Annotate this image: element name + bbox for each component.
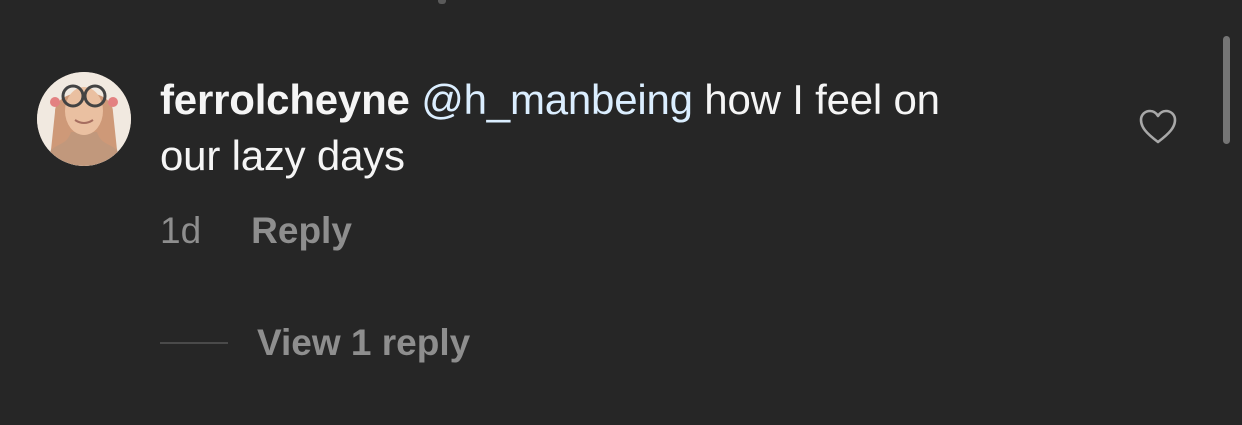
view-replies-label: View 1 reply xyxy=(257,322,471,363)
comment-item: ferrolcheyne @h_manbeing how I feel on o… xyxy=(0,0,1242,425)
view-replies-button[interactable]: View 1 reply xyxy=(160,320,470,366)
comment-meta: 1d Reply xyxy=(160,208,352,254)
replies-divider-line xyxy=(160,342,228,344)
comment-body-line1: how I feel on xyxy=(692,76,940,123)
avatar[interactable] xyxy=(37,72,131,166)
like-button[interactable] xyxy=(1138,108,1178,146)
comment-timestamp: 1d xyxy=(160,210,202,251)
reply-button[interactable]: Reply xyxy=(251,210,352,252)
comment-text: ferrolcheyne @h_manbeing how I feel on o… xyxy=(160,72,1100,184)
comment-mention[interactable]: @h_manbeing xyxy=(421,76,693,123)
comment-body-line2: our lazy days xyxy=(160,132,405,179)
comment-username[interactable]: ferrolcheyne xyxy=(160,76,410,123)
heart-icon xyxy=(1139,109,1177,144)
scrollbar-thumb[interactable] xyxy=(1223,36,1230,144)
avatar-image xyxy=(37,72,131,166)
